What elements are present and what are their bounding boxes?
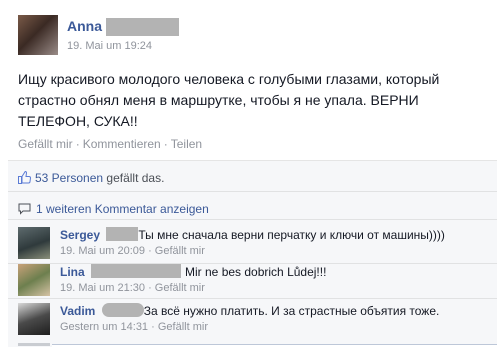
view-more-comments-label: 1 weiteren Kommentar anzeigen xyxy=(36,202,209,216)
thumbs-up-icon xyxy=(18,171,31,184)
divider xyxy=(8,219,497,220)
post-timestamp[interactable]: 19. Mai um 19:24 xyxy=(67,40,152,52)
comment-time[interactable]: 19. Mai um 20:09 xyxy=(60,245,145,257)
commenter-name[interactable]: Lina xyxy=(60,265,85,279)
redacted-surname xyxy=(101,303,144,317)
facebook-post: Anna 19. Mai um 19:24 Ищу красивого моло… xyxy=(0,0,497,347)
separator: · xyxy=(75,137,80,151)
post-actions: Gefällt mir · Kommentieren · Teilen xyxy=(18,137,202,151)
likes-count-link[interactable]: 53 Personen xyxy=(35,171,103,185)
separator: · xyxy=(148,245,152,257)
comment-text: Mir ne bes dobrich Lůdej!!! xyxy=(185,265,327,279)
comment-bubble-icon xyxy=(18,203,31,215)
feedback-section: 53 Personen gefällt das. 1 weiteren Komm… xyxy=(8,160,497,347)
commenter-name[interactable]: Vadim xyxy=(60,304,95,318)
comment-like-link[interactable]: Gefällt mir xyxy=(155,245,205,257)
comment-time[interactable]: Gestern um 14:31 xyxy=(60,321,148,333)
comment-meta: 19. Mai um 21:30 · Gefällt mir xyxy=(60,282,205,294)
like-link[interactable]: Gefällt mir xyxy=(18,137,73,151)
comment-like-link[interactable]: Gefällt mir xyxy=(158,321,208,333)
separator: · xyxy=(163,137,168,151)
comment-body: Sergey Ты мне сначала верни перчатку и к… xyxy=(60,227,445,242)
redacted-surname xyxy=(91,264,182,278)
comment-body: Vadim За всё нужно платить. И за страстн… xyxy=(60,303,439,318)
comment-meta: Gestern um 14:31 · Gefällt mir xyxy=(60,321,208,333)
comment-link[interactable]: Kommentieren xyxy=(83,137,161,151)
comment-like-link[interactable]: Gefällt mir xyxy=(155,282,205,294)
likes-suffix: gefällt das. xyxy=(106,171,165,185)
post-text: Ищу красивого молодого человека с голубы… xyxy=(18,71,440,129)
likes-summary: 53 Personen gefällt das. xyxy=(18,171,164,185)
separator: · xyxy=(151,321,155,333)
separator: · xyxy=(148,282,152,294)
redacted-surname xyxy=(106,18,179,36)
commenter-avatar[interactable] xyxy=(18,264,50,296)
comment-text: За всё нужно платить. И за страстные объ… xyxy=(143,304,440,318)
comment-body: Lina Mir ne bes dobrich Lůdej!!! xyxy=(60,264,326,279)
comment-time[interactable]: 19. Mai um 21:30 xyxy=(60,282,145,294)
share-link[interactable]: Teilen xyxy=(171,137,202,151)
view-more-comments-link[interactable]: 1 weiteren Kommentar anzeigen xyxy=(18,202,209,216)
divider xyxy=(8,298,497,299)
redacted-surname xyxy=(106,227,139,241)
commenter-avatar[interactable] xyxy=(18,303,50,335)
divider xyxy=(8,191,497,192)
author-avatar[interactable] xyxy=(18,15,58,55)
comment-meta: 19. Mai um 20:09 · Gefällt mir xyxy=(60,245,205,257)
comment-text: Ты мне сначала верни перчатку и ключи от… xyxy=(138,228,445,242)
commenter-name[interactable]: Sergey xyxy=(60,228,100,242)
author-name[interactable]: Anna xyxy=(67,18,102,34)
commenter-avatar[interactable] xyxy=(18,227,50,259)
